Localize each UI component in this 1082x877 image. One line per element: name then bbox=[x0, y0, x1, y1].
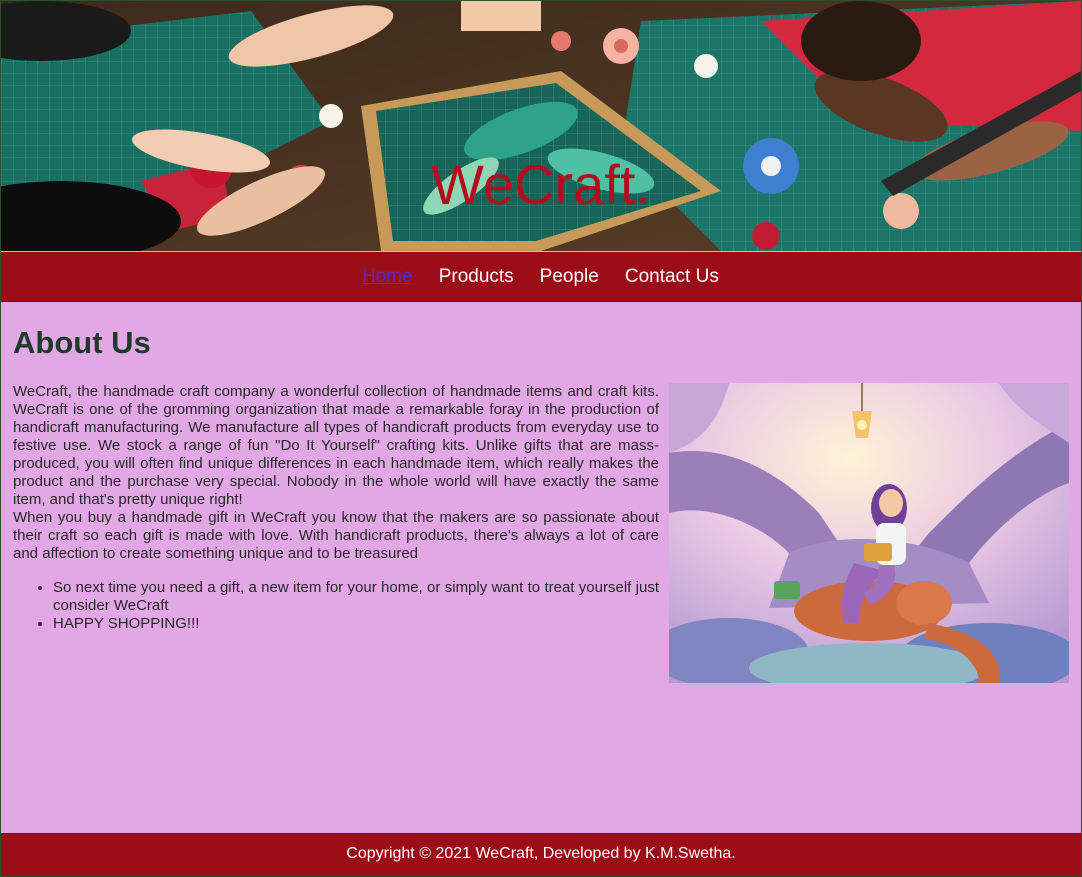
nav-links: Home Products People Contact Us bbox=[362, 266, 745, 288]
brand-logo-text: WeCraft. bbox=[431, 153, 651, 216]
hero-banner: WeCraft. bbox=[1, 1, 1081, 251]
about-bullet-list: So next time you need a gift, a new item… bbox=[13, 579, 659, 633]
main-navigation: Home Products People Contact Us bbox=[1, 252, 1081, 302]
illustration-image bbox=[669, 383, 1069, 683]
nav-link-contact-us[interactable]: Contact Us bbox=[625, 266, 719, 288]
list-item: So next time you need a gift, a new item… bbox=[53, 579, 659, 615]
girl-reading-illustration bbox=[669, 383, 1069, 683]
about-paragraph-2: When you buy a handmade gift in WeCraft … bbox=[13, 509, 659, 562]
nav-link-products[interactable]: Products bbox=[439, 266, 514, 288]
about-section: About Us WeCraft, the handmade craft com… bbox=[1, 302, 1081, 833]
nav-link-people[interactable]: People bbox=[540, 266, 599, 288]
footer-copyright: Copyright © 2021 WeCraft, Developed by K… bbox=[346, 845, 736, 862]
page-frame: WeCraft. Home Products People Contact Us… bbox=[0, 0, 1082, 877]
about-text: WeCraft, the handmade craft company a wo… bbox=[13, 383, 659, 633]
nav-link-home[interactable]: Home bbox=[362, 266, 413, 288]
list-item: HAPPY SHOPPING!!! bbox=[53, 615, 659, 633]
about-paragraph-1: WeCraft, the handmade craft company a wo… bbox=[13, 383, 659, 508]
page-footer: Copyright © 2021 WeCraft, Developed by K… bbox=[1, 833, 1081, 876]
page-title: About Us bbox=[13, 325, 151, 360]
